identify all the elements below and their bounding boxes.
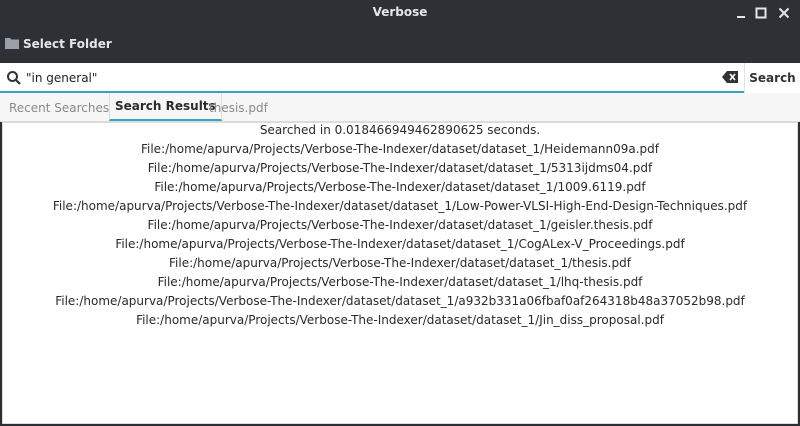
tab-thesis-pdf[interactable]: thesis.pdf — [204, 93, 273, 122]
toolbar: Select Folder — [0, 26, 800, 63]
window-title: Verbose — [372, 5, 428, 19]
clear-icon[interactable] — [722, 71, 738, 86]
search-bar — [0, 63, 800, 93]
tab-bar: Recent Searches Search Results thesis.pd… — [0, 93, 800, 122]
result-item[interactable]: File:/home/apurva/Projects/Verbose-The-I… — [3, 140, 797, 159]
minimize-icon[interactable] — [732, 4, 750, 22]
result-item[interactable]: File:/home/apurva/Projects/Verbose-The-I… — [3, 292, 797, 311]
search-button[interactable]: Search — [744, 63, 800, 93]
tab-recent-searches[interactable]: Recent Searches — [4, 93, 114, 122]
result-item[interactable]: File:/home/apurva/Projects/Verbose-The-I… — [3, 235, 797, 254]
window-titlebar: Verbose — [0, 0, 800, 26]
result-item[interactable]: File:/home/apurva/Projects/Verbose-The-I… — [3, 273, 797, 292]
result-item[interactable]: File:/home/apurva/Projects/Verbose-The-I… — [3, 311, 797, 330]
results-panel: Searched in 0.018466949462890625 seconds… — [2, 122, 798, 424]
select-folder-button[interactable]: Select Folder — [5, 34, 112, 54]
close-icon[interactable] — [775, 4, 793, 22]
result-item[interactable]: File:/home/apurva/Projects/Verbose-The-I… — [3, 178, 797, 197]
search-status-text: Searched in 0.018466949462890625 seconds… — [259, 123, 541, 137]
search-input[interactable] — [26, 67, 716, 89]
select-folder-label: Select Folder — [23, 37, 112, 51]
folder-icon — [5, 37, 19, 52]
result-item[interactable]: File:/home/apurva/Projects/Verbose-The-I… — [3, 159, 797, 178]
result-item[interactable]: File:/home/apurva/Projects/Verbose-The-I… — [3, 216, 797, 235]
result-item[interactable]: File:/home/apurva/Projects/Verbose-The-I… — [3, 197, 797, 216]
result-item[interactable]: File:/home/apurva/Projects/Verbose-The-I… — [3, 254, 797, 273]
search-icon — [6, 70, 22, 89]
maximize-icon[interactable] — [752, 4, 770, 22]
